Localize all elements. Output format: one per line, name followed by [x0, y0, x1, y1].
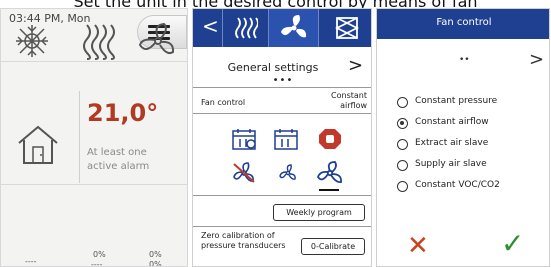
- next-page-arrow[interactable]: >: [348, 55, 363, 76]
- fan-value-secondary: 0%: [149, 260, 162, 267]
- home-screen: 03:44 PM, Mon 21,0° At least one active …: [0, 8, 188, 267]
- fan-high-icon[interactable]: [317, 161, 343, 185]
- option-constant-voc-co2[interactable]: Constant VOC/CO2: [397, 179, 547, 195]
- tab-fan[interactable]: [269, 9, 319, 47]
- fan-control-value[interactable]: Constant airflow: [307, 91, 367, 111]
- page-title: General settings: [227, 61, 319, 74]
- alarm-status-text[interactable]: At least one active alarm: [87, 146, 179, 174]
- radio-button[interactable]: [397, 160, 408, 171]
- fan-icon[interactable]: [137, 21, 179, 61]
- house-icon[interactable]: [13, 119, 63, 169]
- divider: [193, 195, 371, 196]
- option-label: Constant pressure: [415, 96, 498, 106]
- page-indicator: ••: [459, 55, 470, 65]
- fan-low-icon[interactable]: [275, 161, 301, 185]
- screen-header: Fan control: [377, 9, 549, 39]
- radio-button[interactable]: [397, 181, 408, 192]
- heater-icon[interactable]: [79, 21, 121, 61]
- general-settings-screen: < General settings > ••• Fan control Con…: [192, 8, 372, 267]
- heater-icon: [235, 17, 258, 39]
- fan-control-screen: Fan control •• > Constant pressure Const…: [376, 8, 550, 267]
- divider: [193, 226, 371, 227]
- calibrate-button[interactable]: 0-Calibrate: [301, 238, 365, 255]
- heat-exchanger-icon: [335, 17, 359, 39]
- back-icon: <: [202, 14, 219, 38]
- cancel-button[interactable]: ✕: [407, 231, 429, 261]
- option-label: Constant airflow: [415, 117, 489, 127]
- divider: [193, 113, 371, 114]
- heater-value: 0%: [93, 250, 106, 259]
- radio-button[interactable]: [397, 139, 408, 150]
- temperature-readout[interactable]: 21,0°: [87, 99, 158, 127]
- next-page-arrow[interactable]: >: [529, 49, 544, 70]
- selected-mode-indicator: [319, 189, 339, 191]
- frost-protection-icon[interactable]: [11, 21, 53, 61]
- fan-off-icon[interactable]: [231, 161, 257, 185]
- calendar-icon[interactable]: [273, 127, 299, 151]
- fan-control-label: Fan control: [201, 98, 246, 107]
- page-indicator: •••: [272, 75, 294, 86]
- option-label: Constant VOC/CO2: [415, 180, 500, 190]
- option-constant-pressure[interactable]: Constant pressure: [397, 95, 547, 111]
- option-supply-air-slave[interactable]: Supply air slave: [397, 158, 547, 174]
- fan-icon: [281, 15, 307, 38]
- option-extract-air-slave[interactable]: Extract air slave: [397, 137, 547, 153]
- tab-heater[interactable]: [223, 9, 269, 47]
- calendar-icon[interactable]: [231, 127, 257, 151]
- radio-button-selected[interactable]: [397, 118, 408, 129]
- frost-value: ----: [25, 257, 37, 266]
- confirm-button[interactable]: ✓: [501, 227, 524, 260]
- divider: [79, 91, 80, 183]
- option-constant-airflow[interactable]: Constant airflow: [397, 116, 547, 132]
- option-label: Extract air slave: [415, 138, 489, 148]
- fan-value: 0%: [149, 250, 162, 259]
- heater-value-secondary: ----: [91, 260, 103, 267]
- nav-bar: <: [193, 9, 371, 47]
- radio-button[interactable]: [397, 97, 408, 108]
- weekly-program-button[interactable]: Weekly program: [273, 204, 365, 221]
- zero-calibration-label: Zero calibration of pressure transducers: [201, 231, 286, 250]
- divider: [193, 87, 371, 88]
- option-label: Supply air slave: [415, 159, 487, 169]
- stop-icon[interactable]: [317, 127, 343, 151]
- back-button[interactable]: <: [193, 9, 223, 47]
- tab-heat-exchanger[interactable]: [319, 9, 371, 47]
